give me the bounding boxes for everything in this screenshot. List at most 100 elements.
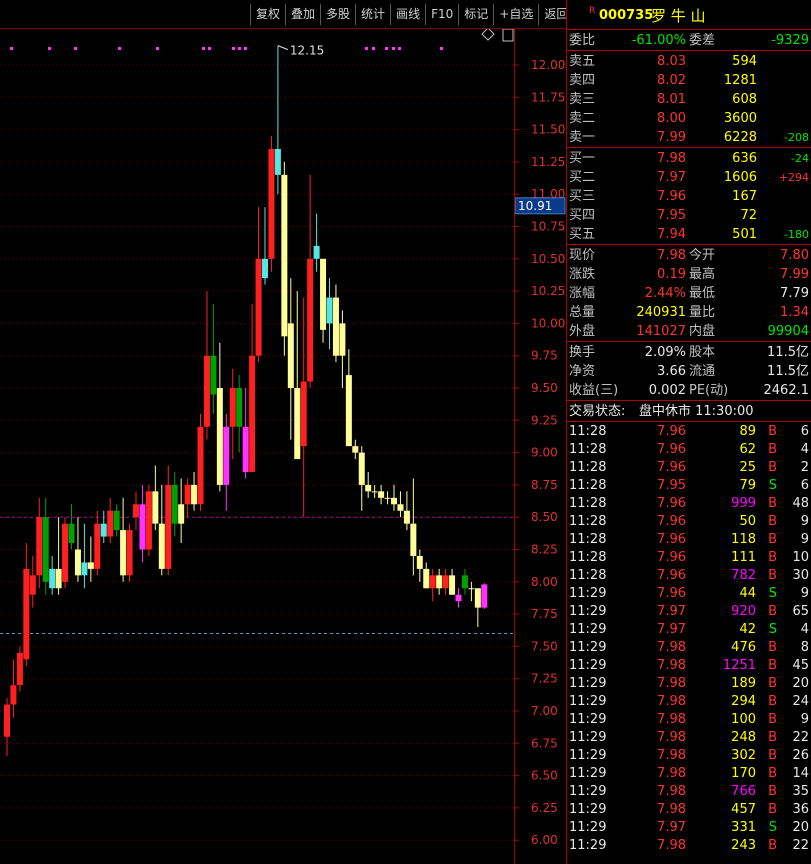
event-marker: [118, 47, 121, 50]
tick-count: 10: [792, 550, 809, 565]
divider: [567, 29, 811, 30]
candle-body: [423, 568, 430, 589]
event-marker: [398, 47, 401, 50]
bid-row: 买四 7.95 72: [567, 206, 811, 225]
tick-time: 11:29: [569, 784, 607, 799]
stock-name: 罗 牛 山: [651, 7, 706, 25]
tick-volume: 1251: [722, 658, 756, 673]
y-axis-separator: [514, 28, 515, 864]
event-marker: [392, 47, 395, 50]
tick-price: 7.96: [657, 550, 686, 565]
quote-value: 7.98: [657, 248, 686, 263]
y-tick-label: 6.50: [531, 769, 558, 783]
tick-side: S: [768, 478, 777, 493]
candle-body: [49, 568, 56, 589]
tick-row: 11:28 7.96 782 B 30: [567, 567, 811, 585]
toolbar-button[interactable]: 多股: [320, 4, 356, 25]
tick-count: 20: [792, 676, 809, 691]
toolbar-button[interactable]: +自选: [493, 4, 539, 25]
tick-count: 20: [792, 820, 809, 835]
tick-price: 7.98: [657, 802, 686, 817]
event-marker: [440, 47, 443, 50]
toolbar-button[interactable]: 画线: [390, 4, 426, 25]
tick-price: 7.98: [657, 748, 686, 763]
chart-top-border: [0, 28, 567, 29]
candle-body: [133, 504, 139, 518]
toolbar-button[interactable]: F10: [425, 4, 459, 25]
y-tick-label: 9.00: [531, 446, 558, 460]
tick-price: 7.98: [657, 766, 686, 781]
tick-time: 11:29: [569, 748, 607, 763]
candle-body: [145, 491, 152, 550]
toolbar-button[interactable]: 叠加: [285, 4, 321, 25]
tick-side: B: [768, 514, 777, 529]
level-label: 买五: [569, 227, 596, 242]
candle-body: [184, 484, 191, 505]
tick-price: 7.96: [657, 586, 686, 601]
tick-price: 7.96: [657, 514, 686, 529]
candle-body: [461, 575, 468, 589]
candle-body: [55, 568, 62, 589]
tick-time: 11:28: [569, 514, 607, 529]
tick-time: 11:28: [569, 550, 607, 565]
tick-volume: 62: [739, 442, 756, 457]
trade-status-value: 盘中休市 11:30:00: [639, 404, 754, 419]
level-label: 卖五: [569, 54, 596, 69]
tick-time: 11:29: [569, 802, 607, 817]
candle-body: [468, 588, 475, 590]
candle-body: [126, 530, 133, 576]
tick-volume: 170: [731, 766, 756, 781]
quote-value: 7.80: [780, 248, 809, 263]
candle-body: [320, 258, 327, 330]
quote-label: 涨幅: [569, 286, 596, 301]
tick-side: S: [768, 820, 777, 835]
event-marker: [10, 47, 13, 50]
tick-time: 11:29: [569, 712, 607, 727]
candle-body: [229, 388, 236, 427]
level-label: 买二: [569, 170, 596, 185]
y-tick-label: 7.50: [531, 639, 558, 653]
quote-value: 0.19: [657, 267, 686, 282]
candle-body: [152, 491, 159, 524]
tick-count: 36: [792, 802, 809, 817]
level-volume: 72: [740, 208, 757, 223]
tick-price: 7.97: [657, 820, 686, 835]
level-price: 8.01: [657, 92, 686, 107]
tick-volume: 782: [731, 568, 756, 583]
tick-row: 11:29 7.98 457 B 36: [567, 801, 811, 819]
tick-row: 11:28 7.96 118 B 9: [567, 531, 811, 549]
tick-volume: 294: [731, 694, 756, 709]
y-tick-label: 9.75: [531, 349, 558, 363]
y-tick-label: 7.00: [531, 704, 558, 718]
tick-row: 11:28 7.96 50 B 9: [567, 513, 811, 531]
tick-side: B: [768, 460, 777, 475]
candle-body: [120, 530, 127, 576]
candle-body: [249, 355, 256, 472]
finance-label: 流通: [689, 364, 716, 379]
y-tick-label: 9.25: [531, 413, 558, 427]
tick-price: 7.98: [657, 784, 686, 799]
toolbar-button[interactable]: 标记: [458, 4, 494, 25]
candle-body: [268, 148, 275, 259]
tick-row: 11:28 7.96 111 B 10: [567, 549, 811, 567]
level-price: 7.97: [657, 170, 686, 185]
current-price-label: 10.91: [518, 199, 552, 213]
tick-volume: 302: [731, 748, 756, 763]
quote-label: 总量: [569, 305, 596, 320]
y-tick-label: 7.75: [531, 607, 558, 621]
candle-body: [391, 497, 397, 505]
trade-status-label: 交易状态:: [569, 404, 626, 419]
tick-side: B: [768, 766, 777, 781]
toolbar-button[interactable]: 复权: [250, 4, 286, 25]
candle-body: [36, 517, 43, 576]
tick-side: B: [768, 784, 777, 799]
level-volume: 6228: [723, 130, 757, 145]
level-change: -208: [784, 131, 809, 144]
toolbar-button[interactable]: 统计: [355, 4, 391, 25]
level-change: -180: [784, 228, 809, 241]
kline-chart[interactable]: 12.00 11.75 11.50 11.25 11.00 10.75 10.50 10.25…: [0, 28, 566, 864]
y-tick-label: 8.50: [531, 510, 558, 524]
kline-svg[interactable]: 12.0011.7511.5011.2511.0010.7510.5010.25…: [0, 28, 566, 864]
tick-time: 11:29: [569, 694, 607, 709]
event-marker: [202, 47, 205, 50]
